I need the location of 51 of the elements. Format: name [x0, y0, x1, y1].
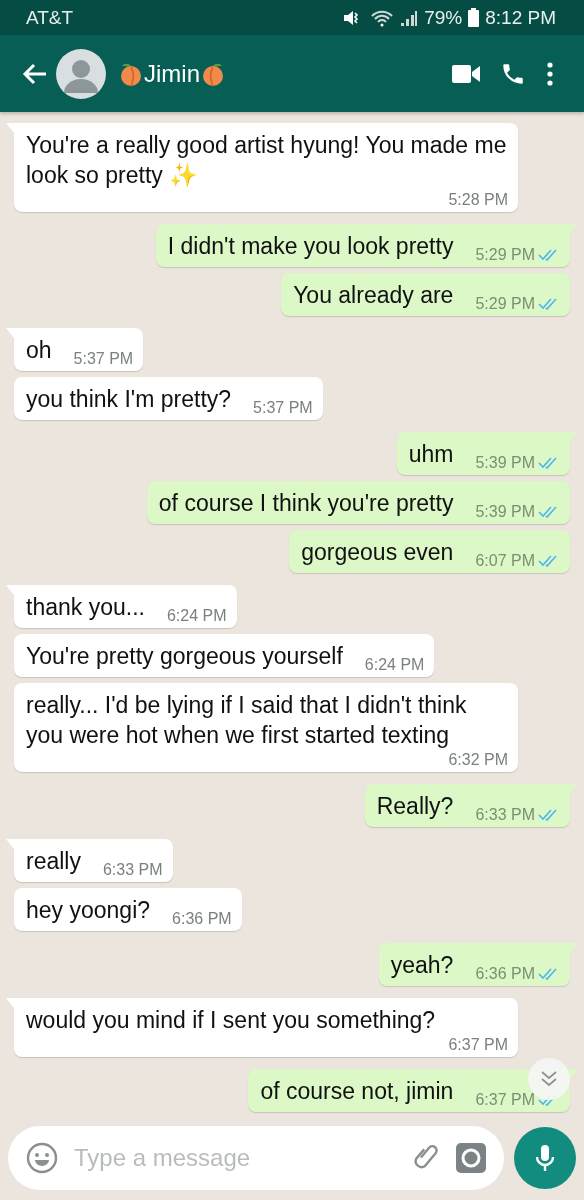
message-time: 6:33 PM	[102, 860, 163, 880]
carrier: AT&T	[26, 6, 74, 29]
video-call-icon[interactable]	[452, 64, 480, 83]
message-input[interactable]: Type a message	[72, 1143, 398, 1173]
message-text: You're a really good artist hyung! You made me look so pretty ✨	[26, 131, 508, 190]
message-text: yeah?	[390, 951, 454, 980]
message-time: 5:29 PM	[475, 294, 535, 314]
contact-name[interactable]: Jimin	[144, 59, 200, 88]
message-time: 6:36 PM	[475, 964, 535, 984]
message-time: 5:29 PM	[475, 245, 535, 265]
message-time: 6:07 PM	[475, 551, 535, 571]
clock: 8:12 PM	[485, 6, 556, 29]
battery-icon	[468, 8, 480, 27]
avatar[interactable]	[56, 48, 106, 99]
message-time: 6:33 PM	[475, 805, 535, 825]
message-time: 6:36 PM	[172, 909, 232, 929]
message-text: you think I'm pretty?	[26, 385, 232, 414]
message-text: thank you...	[26, 593, 145, 622]
message-time: 5:28 PM	[448, 190, 508, 210]
message-time: 6:37 PM	[475, 1090, 535, 1110]
emoji-icon[interactable]	[26, 1142, 58, 1174]
message-text: would you mind if I sent you something?	[26, 1006, 436, 1035]
message-text: You already are	[293, 281, 454, 310]
message-time: 6:37 PM	[448, 1035, 508, 1055]
message-field[interactable]: Type a message	[8, 1126, 504, 1190]
message-time: 5:39 PM	[475, 502, 535, 522]
back-arrow-icon[interactable]	[22, 62, 48, 85]
message-text: Really?	[376, 792, 454, 821]
wifi-icon	[370, 8, 395, 27]
more-options-icon[interactable]	[546, 61, 554, 86]
battery-percent: 79%	[424, 6, 463, 29]
message-text: oh	[26, 336, 52, 365]
message-time: 6:24 PM	[166, 606, 227, 626]
message-text: gorgeous even	[301, 538, 454, 567]
message-text: really	[26, 847, 81, 876]
message-text: I didn't make you look pretty	[167, 232, 454, 261]
double-chevron-down-icon	[540, 1070, 558, 1088]
message-text: hey yoongi?	[26, 896, 151, 925]
message-text: You're pretty gorgeous yourself	[26, 642, 343, 671]
camera-icon[interactable]	[456, 1143, 486, 1173]
message-time: 5:37 PM	[73, 349, 134, 369]
message-text: uhm	[408, 440, 454, 469]
message-text: of course not, jimin	[260, 1077, 454, 1106]
signal-icon	[400, 8, 419, 27]
message-time: 6:32 PM	[448, 750, 508, 770]
message-text: really... I'd be lying if I said that I didn't think you were hot when we first started texting	[26, 691, 468, 750]
message-text: of course I think you're pretty	[158, 489, 454, 518]
message-time: 5:37 PM	[253, 398, 313, 418]
message-time: 5:39 PM	[475, 453, 535, 473]
microphone-icon	[535, 1143, 555, 1173]
message-time: 6:24 PM	[364, 655, 425, 675]
